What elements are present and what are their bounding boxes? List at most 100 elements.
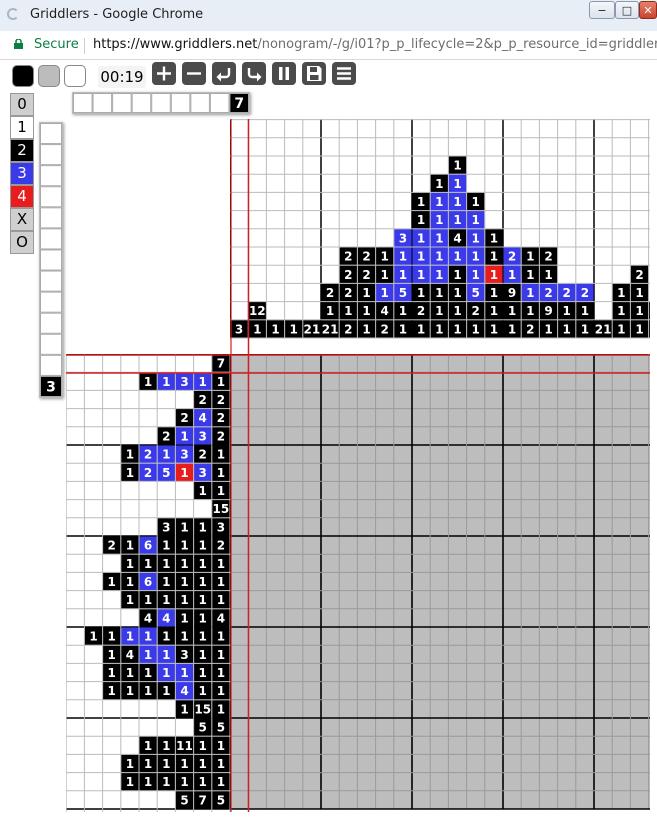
column-clue-number: 2	[344, 250, 352, 264]
close-button[interactable]: ✕	[639, 1, 657, 19]
column-clue-number: 1	[490, 250, 498, 264]
row-clue-number: 1	[144, 648, 152, 662]
row-clue-number: 4	[144, 611, 152, 625]
column-clue-number: 1	[381, 286, 389, 300]
column-count-cell[interactable]	[40, 270, 62, 292]
row-count-cell[interactable]	[209, 93, 230, 113]
column-count-cell[interactable]	[40, 123, 62, 145]
column-clue-number: 1	[635, 322, 643, 336]
maximize-button[interactable]: □	[615, 1, 639, 19]
redo-button[interactable]	[242, 62, 266, 85]
row-clue-number: 11	[176, 739, 193, 753]
palette-color-x[interactable]: X	[10, 208, 34, 231]
pause-icon	[279, 67, 289, 80]
column-clue-number: 2	[344, 322, 352, 336]
column-clue-cell[interactable]	[649, 302, 650, 320]
row-clue-number: 1	[162, 575, 170, 589]
palette-color-o[interactable]: O	[10, 231, 34, 254]
column-clue-number: 1	[508, 268, 516, 282]
row-clue-number: 1	[126, 448, 134, 462]
row-clue-number: 1	[217, 648, 225, 662]
row-clue-number: 1	[180, 757, 188, 771]
column-clue-number: 1	[508, 304, 516, 318]
row-count-cell[interactable]	[92, 93, 113, 113]
row-clue-number: 15	[213, 502, 230, 516]
row-count-cell[interactable]	[112, 93, 132, 113]
row-count-cell[interactable]	[170, 93, 191, 113]
loading-icon	[7, 8, 19, 20]
palette-color-2[interactable]: 2	[10, 139, 34, 162]
minimize-button[interactable]: −	[589, 1, 615, 19]
column-clue-number: 21	[595, 322, 612, 336]
zoom-in-button[interactable]	[152, 62, 176, 85]
palette-color-1[interactable]: 1	[10, 116, 34, 139]
column-clue-number: 1	[362, 286, 370, 300]
save-button[interactable]	[302, 62, 326, 85]
column-count-cell[interactable]	[40, 249, 62, 271]
column-clue-number: 1	[344, 304, 352, 318]
row-clue-number: 4	[162, 611, 170, 625]
undo-button[interactable]	[212, 62, 236, 85]
row-clue-number: 3	[162, 520, 170, 534]
column-count-cell[interactable]	[40, 207, 62, 229]
row-clue-number: 1	[162, 630, 170, 644]
puzzle-board[interactable]	[230, 354, 650, 812]
column-count-cell[interactable]	[40, 144, 62, 166]
row-count-cell[interactable]	[73, 93, 93, 113]
row-clue-number: 1	[180, 520, 188, 534]
column-clue-number: 1	[453, 177, 461, 191]
column-count-cell[interactable]	[40, 312, 62, 334]
palette-color-4[interactable]: 4	[10, 185, 34, 208]
row-clue-number: 1	[162, 593, 170, 607]
row-count-cell[interactable]	[151, 93, 171, 113]
column-clue-number: 1	[435, 195, 443, 209]
url-field[interactable]: https://www.griddlers.net/nonogram/-/g/i…	[93, 37, 657, 52]
row-clue-number: 3	[180, 448, 188, 462]
column-clue-number: 1	[472, 213, 480, 227]
column-clue-number: 1	[417, 213, 425, 227]
row-clue-number: 7	[217, 357, 225, 371]
address-bar[interactable]: Secure https://www.griddlers.net/nonogra…	[0, 31, 657, 60]
column-count-cell[interactable]	[40, 186, 62, 208]
menu-button[interactable]	[332, 62, 356, 85]
pause-button[interactable]	[272, 62, 296, 85]
palette-color-3[interactable]: 3	[10, 162, 34, 185]
column-clue-number: 2	[344, 268, 352, 282]
row-clue-number: 1	[180, 575, 188, 589]
column-clue-number: 1	[490, 322, 498, 336]
black-color-swatch[interactable]	[12, 65, 34, 87]
row-clue-number: 4	[217, 611, 225, 625]
gray-color-swatch[interactable]	[38, 65, 60, 87]
column-clue-number: 1	[635, 304, 643, 318]
white-color-swatch[interactable]	[64, 65, 86, 87]
zoom-out-button[interactable]	[182, 62, 206, 85]
row-clue-number: 2	[217, 411, 225, 425]
palette-color-0[interactable]: 0	[10, 93, 34, 116]
row-clue-number: 5	[217, 721, 225, 735]
row-clue-number: 1	[199, 739, 207, 753]
column-count-cell[interactable]	[40, 354, 62, 376]
column-clue-number: 2	[635, 268, 643, 282]
column-count-cell[interactable]	[40, 333, 62, 355]
row-clue-number: 2	[217, 393, 225, 407]
row-count-cell[interactable]	[190, 93, 210, 113]
row-count-strip: 7	[73, 93, 249, 113]
row-clue-number: 2	[199, 448, 207, 462]
row-clue-number: 1	[162, 666, 170, 680]
column-clue-number: 1	[544, 322, 552, 336]
column-clue-cell[interactable]	[649, 320, 650, 338]
column-count-cell[interactable]	[40, 291, 62, 313]
row-clue-number: 1	[144, 593, 152, 607]
row-count-cell[interactable]	[131, 93, 152, 113]
column-count-cell[interactable]	[40, 228, 62, 250]
row-clue-number: 1	[199, 520, 207, 534]
board-background[interactable]	[230, 354, 650, 809]
row-count-tool[interactable]: 7	[72, 92, 250, 114]
column-count-tool[interactable]: 3	[39, 122, 63, 398]
row-clue-number: 1	[199, 557, 207, 571]
row-clue-number: 1	[217, 684, 225, 698]
row-clue-number: 1	[199, 757, 207, 771]
row-clue-number: 1	[217, 484, 225, 498]
column-count-cell[interactable]	[40, 165, 62, 187]
row-clue-number: 2	[180, 411, 188, 425]
